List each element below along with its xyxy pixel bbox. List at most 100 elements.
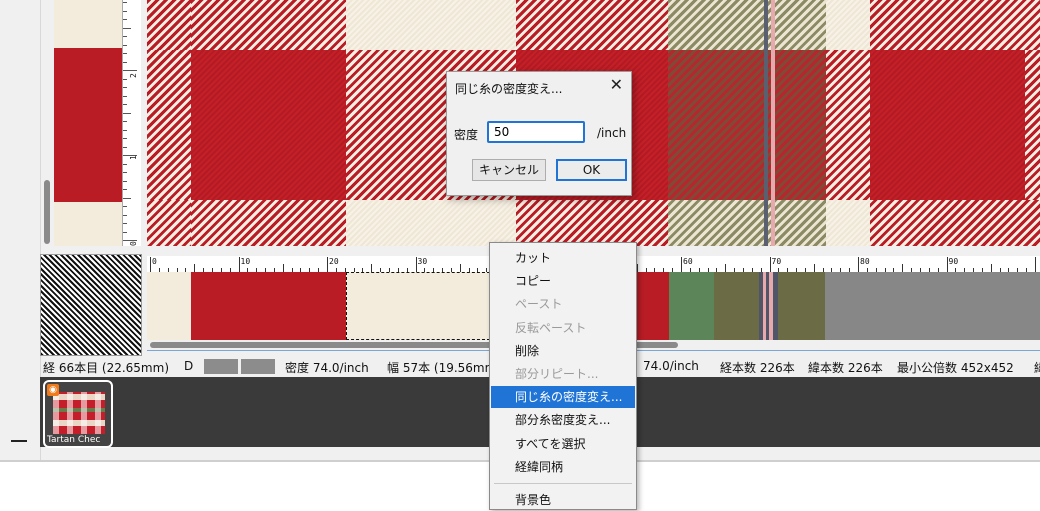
status-color-swatch-1 <box>204 359 238 374</box>
left-panel <box>0 0 41 462</box>
stripe-segment[interactable] <box>191 272 346 340</box>
ruler-tick <box>282 264 284 272</box>
menu-item[interactable]: 背景色 <box>491 489 635 511</box>
weave-pattern-thumbnail[interactable] <box>40 254 142 356</box>
gallery-item[interactable]: ◉ Tartan Chec <box>43 380 113 448</box>
status-lcm: 最小公倍数 452x452 <box>897 361 1014 375</box>
ruler-tick <box>990 264 992 272</box>
menu-item[interactable]: 経緯同柄 <box>491 456 635 478</box>
menu-item[interactable]: カット <box>491 247 635 269</box>
ruler-tick <box>123 138 127 139</box>
app-badge-icon: ◉ <box>47 384 59 396</box>
ruler-tick <box>238 257 240 272</box>
warp-red-stripe <box>54 48 122 202</box>
status-color-swatch-2 <box>241 359 275 374</box>
fabric-solid-a <box>191 50 346 200</box>
menu-item[interactable]: 削除 <box>491 340 635 362</box>
ruler-tick <box>123 61 127 63</box>
ruler-tick <box>371 264 373 272</box>
ruler-tick <box>327 257 328 272</box>
stripe-segment[interactable] <box>714 272 759 340</box>
ruler-tick <box>150 257 151 272</box>
density-change-dialog: 同じ糸の密度変え... ✕ 密度 /inch キャンセル OK <box>446 71 632 196</box>
fabric-thin-line-b <box>771 0 775 246</box>
stripe-segment[interactable] <box>778 272 825 340</box>
warp-color-preview <box>54 0 122 246</box>
stripe-segment[interactable] <box>147 272 191 340</box>
menu-item: 反転ペースト <box>515 320 587 335</box>
ruler-tick <box>123 121 127 122</box>
status-warp: 経 66本目 (22.65mm) <box>43 361 169 375</box>
status-density-2: 74.0/inch <box>643 359 699 373</box>
ruler-tick <box>123 129 127 131</box>
menu-item[interactable]: 同じ糸の密度変え... <box>491 386 635 409</box>
fabric-solid-green <box>668 50 826 200</box>
ruler-tick <box>769 257 771 272</box>
stripe-segment[interactable] <box>634 272 669 340</box>
status-weft-count: 緯本数 226本 <box>808 361 883 375</box>
stripe-segment[interactable] <box>669 272 714 340</box>
ruler-label: 1 <box>129 155 138 160</box>
ruler-tick <box>123 214 127 216</box>
menu-item: ペースト <box>515 297 563 312</box>
vertical-scrollbar[interactable] <box>44 180 50 244</box>
ruler-label: 2 <box>129 73 138 78</box>
vertical-ruler: 2 1 0 <box>122 0 141 246</box>
density-label: 密度 <box>454 128 479 142</box>
ruler-tick <box>123 112 131 114</box>
ruler-tick <box>123 146 127 148</box>
stripe-segment[interactable] <box>825 272 1040 340</box>
ruler-tick <box>123 197 131 199</box>
fabric-thin-line-a <box>764 0 768 246</box>
gallery-item-label: Tartan Chec <box>47 435 101 445</box>
ruler-tick <box>459 264 461 272</box>
ruler-tick <box>123 27 131 29</box>
status-d-label: D <box>184 359 194 373</box>
menu-item[interactable]: すべてを選択 <box>491 433 635 455</box>
ruler-tick <box>123 223 127 224</box>
ruler-tick <box>123 53 127 54</box>
ruler-tick <box>123 2 127 3</box>
ruler-tick <box>123 172 127 173</box>
stripe-selection <box>346 272 490 340</box>
ruler-tick <box>123 44 127 46</box>
ruler-tick <box>858 257 859 272</box>
ruler-label: 90 <box>948 257 959 266</box>
ruler-label: 60 <box>683 257 693 266</box>
context-menu: カット コピーペースト反転ペースト削除部分リピート... 同じ糸の密度変え... 部分… <box>489 242 637 510</box>
close-icon[interactable]: ✕ <box>610 77 623 93</box>
ruler-tick <box>123 206 127 207</box>
menu-item[interactable]: コピー <box>491 270 635 292</box>
status-warp-count: 経本数 226本 <box>720 361 795 375</box>
ruler-label: 0 <box>129 241 138 246</box>
ok-button[interactable]: OK <box>556 159 627 181</box>
ruler-tick <box>123 10 127 12</box>
ruler-label: 0 <box>152 257 157 266</box>
tartan-thumbnail <box>53 392 105 434</box>
ruler-tick <box>123 95 127 97</box>
ruler-tick <box>123 19 127 20</box>
density-input[interactable] <box>487 121 585 143</box>
menu-item: 部分リピート... <box>515 367 599 381</box>
ruler-label: 80 <box>860 257 870 266</box>
fabric-solid-c <box>870 50 1025 200</box>
ruler-tick <box>194 264 196 272</box>
cancel-button[interactable]: キャンセル <box>472 159 546 181</box>
status-width: 幅 57本 (19.56mm) <box>387 361 501 375</box>
ruler-tick <box>902 264 904 272</box>
ruler-tick <box>123 180 127 182</box>
ruler-tick <box>813 264 815 272</box>
menu-separator <box>494 483 632 484</box>
ruler-label: 30 <box>417 257 428 266</box>
ruler-tick <box>123 104 127 105</box>
dialog-title: 同じ糸の密度変え... <box>455 82 563 96</box>
minimize-icon[interactable] <box>11 440 27 442</box>
menu-item[interactable]: 部分糸密度変え... <box>491 409 635 431</box>
ruler-tick <box>123 189 127 190</box>
ruler-tick <box>123 163 127 165</box>
status-density: 密度 74.0/inch <box>285 361 369 375</box>
ruler-tick <box>123 36 127 37</box>
ruler-tick <box>681 257 682 272</box>
ruler-tick <box>123 87 127 88</box>
ruler-tick <box>946 257 948 272</box>
